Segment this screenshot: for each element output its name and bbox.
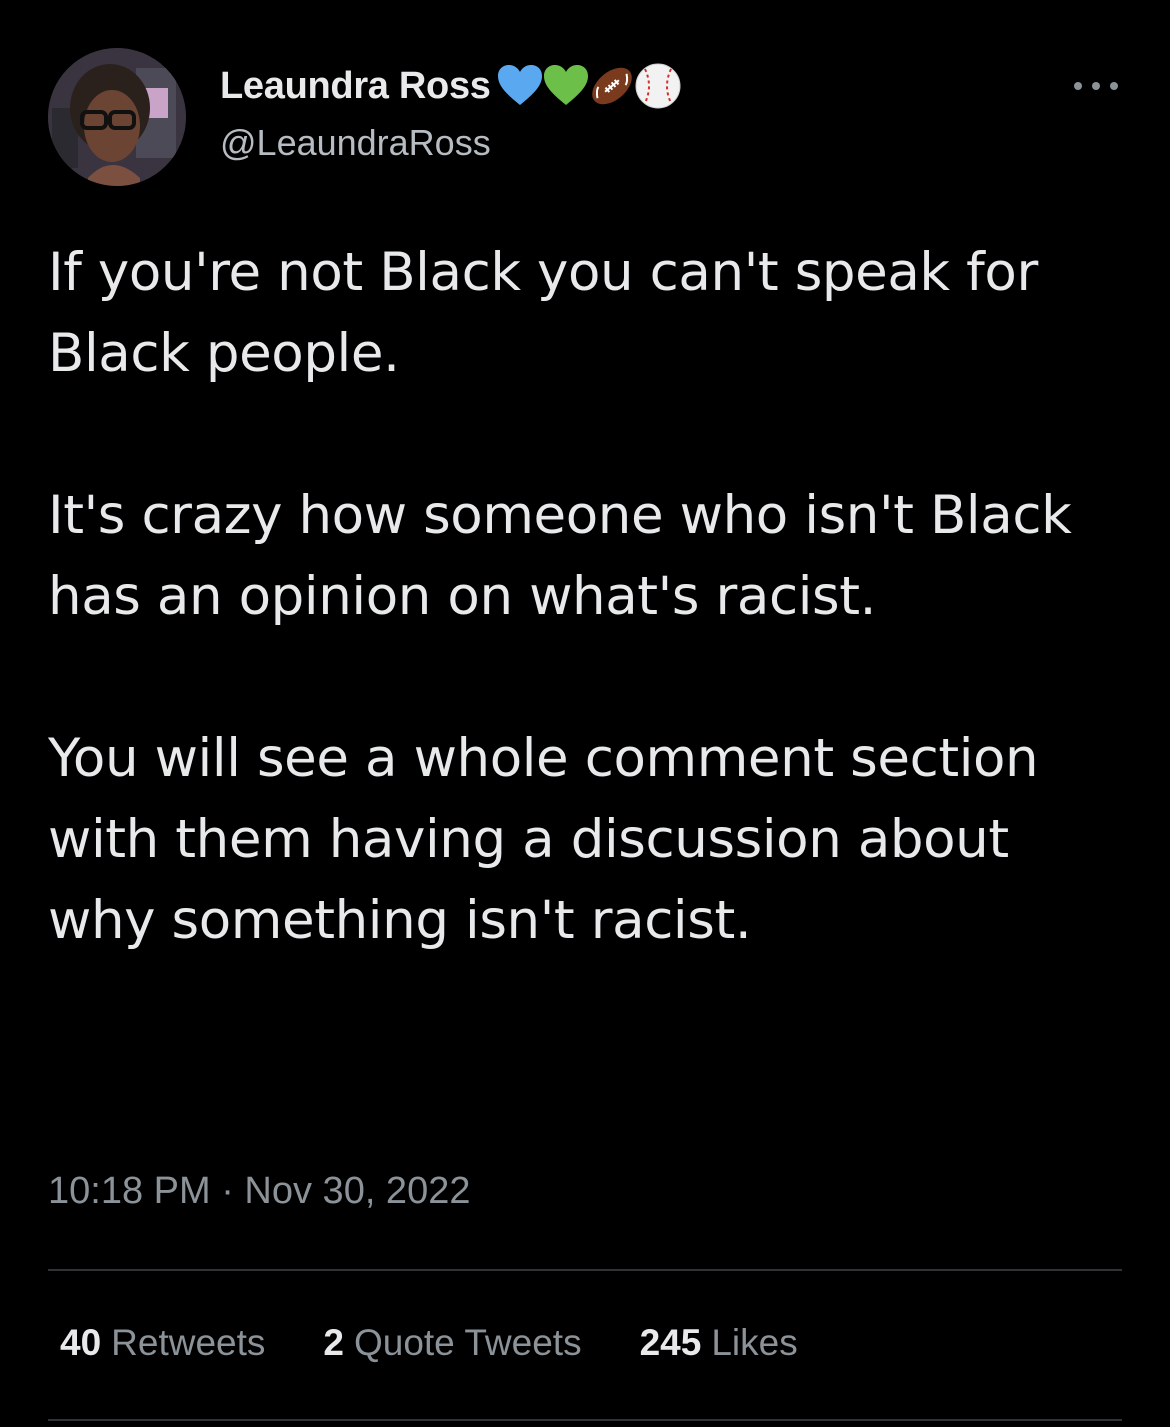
- likes-stat[interactable]: 245 Likes: [640, 1322, 798, 1364]
- blue-heart-icon: [497, 65, 542, 105]
- more-options-icon[interactable]: [1074, 74, 1118, 98]
- more-dot: [1074, 82, 1082, 90]
- quote-tweets-stat[interactable]: 2 Quote Tweets: [323, 1322, 581, 1364]
- more-dot: [1110, 82, 1118, 90]
- divider: [48, 1269, 1122, 1271]
- tweet-paragraph: If you're not Black you can't speak for …: [48, 242, 1038, 384]
- divider: [48, 1419, 1122, 1421]
- american-football-icon: [591, 67, 632, 105]
- author-handle[interactable]: @LeaundraRoss: [220, 122, 679, 164]
- name-emojis: [495, 61, 681, 111]
- baseball-icon: [635, 63, 681, 109]
- name-row: Leaundra Ross: [220, 58, 681, 114]
- quote-tweets-label: Quote Tweets: [353, 1322, 582, 1363]
- tweet-paragraph: You will see a whole comment section wit…: [48, 728, 1039, 951]
- tweet-header: Leaundra Ross @LeaundraRoss: [48, 48, 1122, 188]
- likes-count: 245: [639, 1322, 702, 1363]
- quote-tweets-count: 2: [323, 1322, 344, 1363]
- tweet-text: If you're not Black you can't speak for …: [48, 232, 1128, 961]
- more-dot: [1092, 82, 1100, 90]
- avatar[interactable]: [48, 48, 186, 186]
- likes-label: Likes: [711, 1322, 798, 1363]
- retweets-count: 40: [60, 1322, 102, 1363]
- tweet-paragraph: It's crazy how someone who isn't Black h…: [48, 485, 1072, 627]
- author-info: Leaundra Ross @LeaundraRoss: [220, 58, 681, 164]
- retweets-stat[interactable]: 40 Retweets: [60, 1322, 265, 1364]
- engagement-stats: 40 Retweets 2 Quote Tweets 245 Likes: [60, 1322, 856, 1364]
- display-name[interactable]: Leaundra Ross: [220, 65, 491, 108]
- green-heart-icon: [543, 65, 588, 105]
- tweet-timestamp[interactable]: 10:18 PM · Nov 30, 2022: [48, 1170, 470, 1213]
- retweets-label: Retweets: [111, 1322, 266, 1363]
